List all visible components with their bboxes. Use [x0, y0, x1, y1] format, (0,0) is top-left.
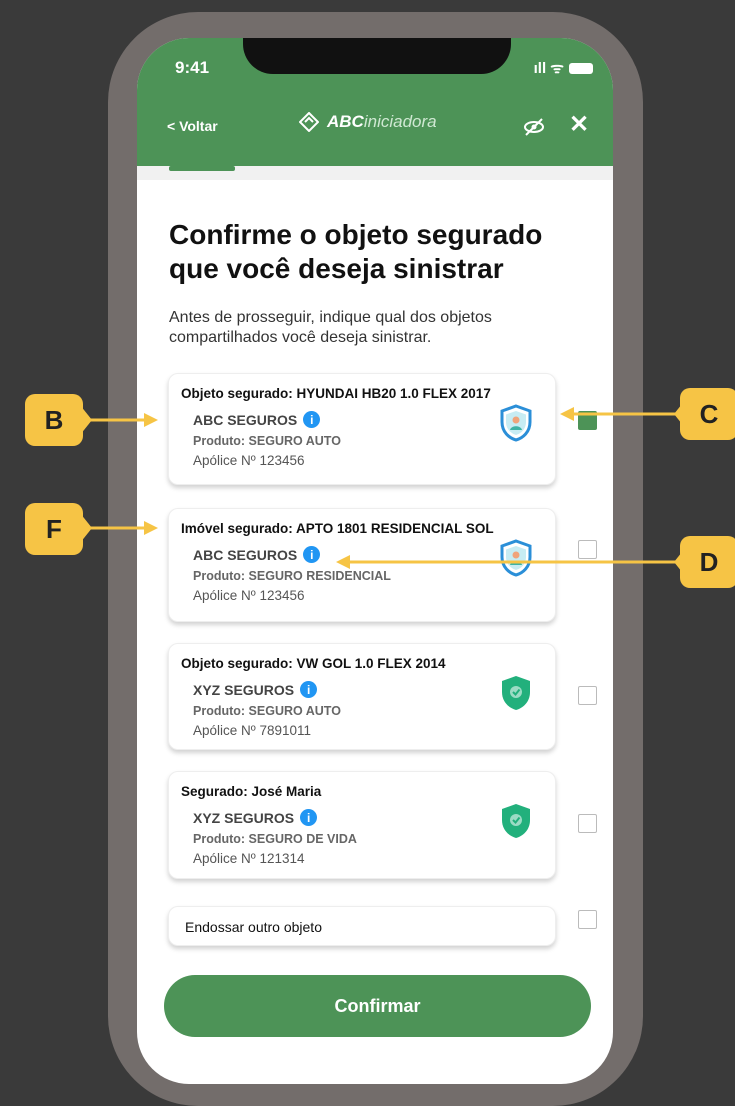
signal-wifi-icon: ıll ᯤ: [533, 60, 564, 77]
card-product: Produto: SEGURO AUTO: [193, 704, 341, 718]
callout-b: B: [25, 394, 83, 446]
signal-icons: ıll ᯤ: [534, 58, 593, 78]
insured-object-card[interactable]: Objeto segurado: VW GOL 1.0 FLEX 2014 XY…: [168, 643, 556, 750]
callout-f-arrow: [80, 513, 158, 543]
insured-object-card[interactable]: Segurado: José Maria XYZ SEGUROS i Produt…: [168, 771, 556, 879]
progress-strip: [137, 166, 613, 180]
other-object-label: Endossar outro objeto: [185, 919, 322, 935]
other-object-option[interactable]: Endossar outro objeto: [168, 906, 556, 946]
brand-icon: [299, 112, 319, 132]
callout-c: C: [680, 388, 735, 440]
card-title: Objeto segurado: VW GOL 1.0 FLEX 2014: [181, 656, 446, 671]
brand-bold: ABC: [327, 112, 364, 131]
blue-shield-icon: [500, 404, 532, 442]
brand-logo: ABCiniciadora: [299, 112, 437, 132]
info-icon[interactable]: i: [303, 546, 321, 563]
checkbox-other-object[interactable]: [578, 910, 597, 929]
callout-d: D: [680, 536, 735, 588]
info-icon[interactable]: i: [300, 809, 318, 826]
card-insurer: ABC SEGUROS i: [193, 411, 321, 428]
card-title: Objeto segurado: HYUNDAI HB20 1.0 FLEX 2…: [181, 386, 491, 401]
notch: [243, 38, 511, 74]
page-description: Antes de prosseguir, indique qual dos ob…: [169, 309, 492, 346]
card-policy: Apólice Nº 123456: [193, 453, 305, 468]
progress-indicator: [169, 166, 235, 171]
nav-bar: < Voltar ABCiniciadora ✕: [137, 104, 613, 166]
callout-b-arrow: [80, 405, 158, 435]
card-product: Produto: SEGURO AUTO: [193, 434, 341, 448]
card-policy: Apólice Nº 123456: [193, 588, 305, 603]
card-insurer: ABC SEGUROS i: [193, 546, 321, 563]
card-insurer: XYZ SEGUROS i: [193, 681, 318, 698]
close-icon[interactable]: ✕: [569, 110, 589, 139]
battery-icon: [569, 62, 593, 74]
confirm-button[interactable]: Confirmar: [164, 975, 591, 1037]
insurer-name: ABC SEGUROS: [193, 411, 298, 428]
green-shield-icon: [502, 804, 530, 838]
insured-object-card[interactable]: Objeto segurado: HYUNDAI HB20 1.0 FLEX 2…: [168, 373, 556, 485]
card-insurer: XYZ SEGUROS i: [193, 809, 318, 826]
back-button[interactable]: < Voltar: [167, 118, 218, 134]
checkbox-object-3[interactable]: [578, 686, 597, 705]
insurer-name: XYZ SEGUROS: [193, 809, 295, 826]
page-title: Confirme o objeto segurado que você dese…: [169, 219, 543, 284]
callout-d-arrow: [336, 547, 686, 577]
insurer-name: ABC SEGUROS: [193, 546, 298, 563]
card-title: Segurado: José Maria: [181, 784, 322, 799]
brand-light: iniciadora: [363, 112, 437, 131]
card-policy: Apólice Nº 7891011: [193, 723, 312, 738]
hide-eye-icon[interactable]: [523, 116, 545, 138]
card-product: Produto: SEGURO DE VIDA: [193, 832, 357, 846]
green-shield-icon: [502, 676, 530, 710]
status-time: 9:41: [175, 58, 210, 77]
checkbox-object-4[interactable]: [578, 814, 597, 833]
card-policy: Apólice Nº 121314: [193, 851, 305, 866]
info-icon[interactable]: i: [303, 411, 321, 428]
info-icon[interactable]: i: [300, 681, 318, 698]
insurer-name: XYZ SEGUROS: [193, 681, 295, 698]
callout-f: F: [25, 503, 83, 555]
card-title: Imóvel segurado: APTO 1801 RESIDENCIAL S…: [181, 521, 494, 536]
callout-c-arrow: [560, 399, 686, 429]
